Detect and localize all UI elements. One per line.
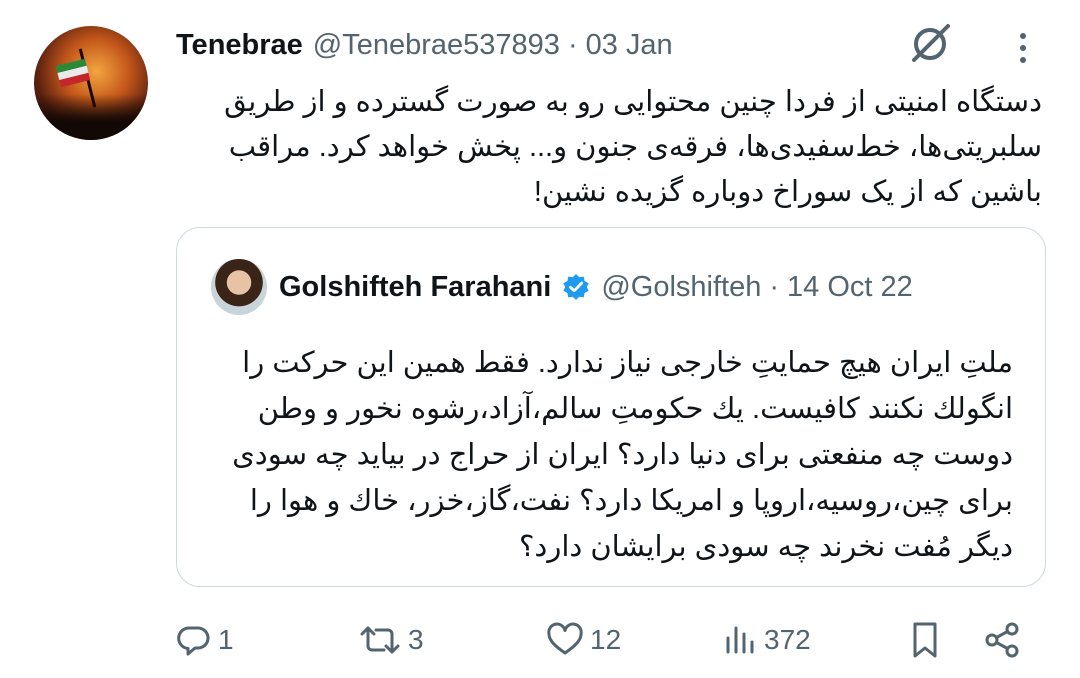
retweet-icon <box>358 622 402 658</box>
like-count: 12 <box>590 624 622 655</box>
tweet-text: دستگاه امنیتی از فردا چنین محتوایی رو به… <box>224 86 1042 208</box>
bookmark-button[interactable] <box>908 612 942 668</box>
like-icon <box>546 622 584 658</box>
quoted-tweet-text: ملتِ ایران هیچ حمایتِ خارجی نیاز ندارد. … <box>232 347 1013 563</box>
share-icon <box>982 620 1022 660</box>
views-count: 372 <box>764 624 811 655</box>
quoted-tweet-date: 14 Oct 22 <box>787 270 913 303</box>
author-avatar[interactable] <box>34 26 148 140</box>
avatar-flag <box>55 58 91 88</box>
quoted-tweet-header: Golshifteh Farahani @Golshifteh · 14 Oct… <box>279 263 913 311</box>
quoted-author-avatar[interactable] <box>211 259 267 315</box>
retweet-count: 3 <box>408 624 424 655</box>
bookmark-icon <box>908 620 942 660</box>
more-icon[interactable] <box>1006 28 1040 68</box>
quoted-author-name: Golshifteh Farahani <box>279 270 552 303</box>
retweet-button[interactable]: 3 <box>358 612 424 668</box>
share-button[interactable] <box>982 612 1022 668</box>
avatar-silhouette <box>34 94 148 140</box>
header-separator: · <box>567 28 578 61</box>
quoted-author-handle: @Golshifteh <box>601 270 762 303</box>
verified-badge-icon <box>561 272 591 302</box>
like-button[interactable]: 12 <box>546 612 621 668</box>
views-icon <box>722 622 758 658</box>
views-button[interactable]: 372 <box>722 612 811 668</box>
reply-button[interactable]: 1 <box>176 612 234 668</box>
tweet-date[interactable]: 03 Jan <box>586 29 673 62</box>
reply-icon <box>176 622 212 658</box>
grok-icon[interactable] <box>906 20 954 68</box>
author-name[interactable]: Tenebrae <box>176 29 303 62</box>
quoted-tweet[interactable]: Golshifteh Farahani @Golshifteh · 14 Oct… <box>176 227 1046 587</box>
author-handle[interactable]: @Tenebrae537893 <box>313 29 560 62</box>
action-bar: 1 3 12 372 <box>176 612 1036 668</box>
reply-count: 1 <box>218 624 234 655</box>
tweet-header: Tenebrae @Tenebrae537893 · 03 Jan <box>176 22 673 68</box>
quoted-header-separator: · <box>769 270 780 303</box>
